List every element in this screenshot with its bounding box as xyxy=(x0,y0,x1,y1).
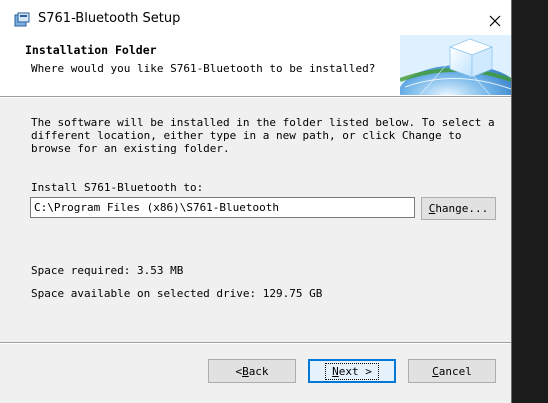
space-available-text: Space available on selected drive: 129.7… xyxy=(31,287,323,300)
install-location-label: Install S761-Bluetooth to: xyxy=(31,181,204,194)
next-button[interactable]: Next > xyxy=(308,359,396,383)
next-button-post: ext > xyxy=(338,364,372,378)
change-button[interactable]: Change... xyxy=(421,197,496,220)
page-subtitle: Where would you like S761-Bluetooth to b… xyxy=(31,62,376,75)
page-title: Installation Folder xyxy=(25,43,157,57)
globe-cube-graphic xyxy=(398,35,511,125)
space-required-text: Space required: 3.53 MB xyxy=(31,264,184,277)
description-text: The software will be installed in the fo… xyxy=(31,116,495,155)
title-bar[interactable]: S761-Bluetooth Setup xyxy=(0,0,511,39)
setup-window: S761-Bluetooth Setup Installation Folder… xyxy=(0,0,512,403)
cancel-button[interactable]: Cancel xyxy=(408,359,496,383)
back-button-pre: < xyxy=(235,364,243,378)
header-banner: Installation Folder Where would you like… xyxy=(0,35,511,125)
bluetooth-setup-icon xyxy=(14,12,30,28)
back-button-post: ack xyxy=(248,364,269,378)
change-button-post: hange... xyxy=(435,202,489,215)
next-button-accel: N xyxy=(332,364,339,378)
cancel-button-post: ancel xyxy=(438,364,472,378)
header-divider xyxy=(0,96,511,98)
footer-divider xyxy=(0,342,511,344)
next-button-focus-ring: Next > xyxy=(325,362,379,380)
back-button[interactable]: < Back xyxy=(208,359,296,383)
install-path-field[interactable] xyxy=(30,197,415,218)
window-title: S761-Bluetooth Setup xyxy=(38,11,181,26)
back-button-accel: B xyxy=(242,364,249,378)
cancel-button-accel: C xyxy=(432,364,439,378)
change-button-accel: C xyxy=(428,202,436,215)
close-button[interactable] xyxy=(472,4,511,38)
close-icon xyxy=(489,15,501,27)
